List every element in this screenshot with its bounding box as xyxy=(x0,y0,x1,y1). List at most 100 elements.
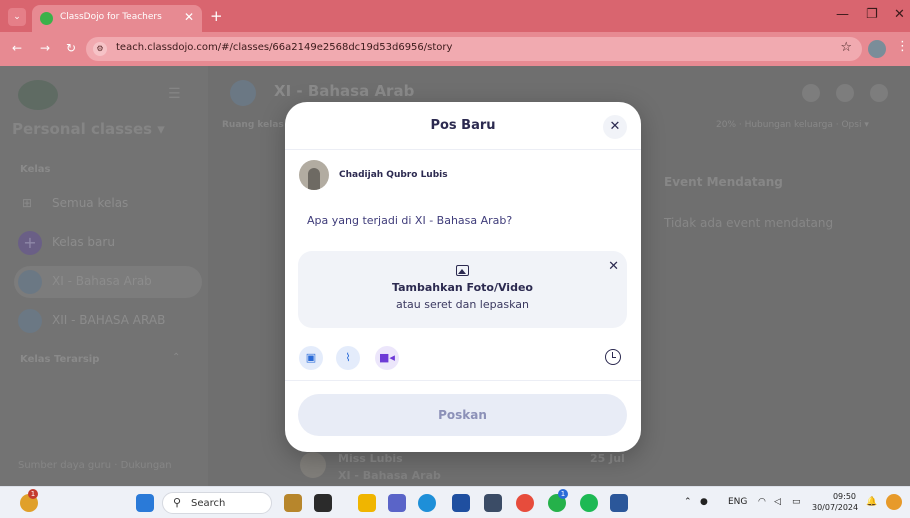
divider xyxy=(285,380,641,381)
tray-app-icon[interactable]: ● xyxy=(700,497,708,507)
task-view-icon[interactable] xyxy=(314,494,332,512)
pinned-app-icon[interactable] xyxy=(284,494,302,512)
word-icon[interactable] xyxy=(610,494,628,512)
support-link[interactable]: Dukungan xyxy=(121,460,172,471)
url-text: teach.classdojo.com/#/classes/66a2149e25… xyxy=(116,42,453,53)
events-empty-text: Tidak ada event mendatang xyxy=(664,216,834,230)
browser-menu-icon[interactable]: ⋮ xyxy=(896,39,909,54)
url-field[interactable]: ⚙ teach.classdojo.com/#/classes/66a2149e… xyxy=(86,37,862,61)
dropzone-title: Tambahkan Foto/Video xyxy=(392,281,533,294)
reload-button[interactable]: ↻ xyxy=(66,41,76,55)
address-bar-row: ← → ↻ ⚙ teach.classdojo.com/#/classes/66… xyxy=(0,32,910,66)
tab-classroom[interactable]: Ruang kelas xyxy=(222,120,284,130)
post-author: Miss Lubis xyxy=(338,452,403,465)
image-icon: ▣ xyxy=(305,351,317,364)
class-avatar-icon xyxy=(18,309,42,333)
notification-bell-icon[interactable]: 🔔 xyxy=(866,497,877,507)
close-icon[interactable]: ✕ xyxy=(608,259,619,274)
sidebar-item-new-class[interactable]: + Kelas baru xyxy=(14,227,202,259)
minimize-button[interactable]: — xyxy=(836,7,849,22)
taskbar-search-input[interactable]: ⚲ Search xyxy=(162,492,272,514)
grid-icon: ⊞ xyxy=(22,196,33,210)
post-class: XI - Bahasa Arab xyxy=(338,469,441,482)
sidebar-item-label: XII - BAHASA ARAB xyxy=(52,313,166,327)
edge-icon[interactable] xyxy=(418,494,436,512)
close-window-button[interactable]: ✕ xyxy=(894,7,905,22)
post-date: 25 Jul xyxy=(590,452,625,465)
language-indicator[interactable]: ENG xyxy=(728,497,747,507)
sidebar: ☰ Personal classes ▾ Kelas ⊞ Semua kelas… xyxy=(0,66,208,486)
windows-taskbar: 1 ⚲ Search 1 ⌃ ● ENG ◠ ◁ ▭ 09:50 30/07/2… xyxy=(0,486,910,518)
sidebar-item-xi-bahasa-arab[interactable]: XI - Bahasa Arab xyxy=(14,266,202,298)
clock-date[interactable]: 30/07/2024 xyxy=(812,503,858,512)
search-placeholder: Search xyxy=(191,498,226,509)
attach-file-button[interactable]: ⌇ xyxy=(336,346,360,370)
new-post-modal: Pos Baru ✕ Chadijah Qubro Lubis Apa yang… xyxy=(285,102,641,452)
sidebar-item-label: XI - Bahasa Arab xyxy=(52,274,152,288)
windows-start-icon[interactable] xyxy=(136,494,154,512)
file-explorer-icon[interactable] xyxy=(358,494,376,512)
forward-button[interactable]: → xyxy=(40,41,50,55)
profile-avatar-icon[interactable] xyxy=(868,40,886,58)
restore-button[interactable]: ❐ xyxy=(866,7,878,22)
personal-classes-dropdown[interactable]: Personal classes ▾ xyxy=(12,120,165,138)
browser-tab-bar: ⌄ ClassDojo for Teachers ✕ + — ❐ ✕ xyxy=(0,0,910,32)
schedule-clock-icon[interactable] xyxy=(605,349,621,365)
back-button[interactable]: ← xyxy=(12,41,22,55)
help-icon[interactable] xyxy=(836,84,854,102)
video-camera-icon: ■◂ xyxy=(379,351,395,364)
tab-title: ClassDojo for Teachers xyxy=(60,12,162,22)
class-avatar-icon xyxy=(18,270,42,294)
events-title: Event Mendatang xyxy=(664,175,783,189)
clock-time[interactable]: 09:50 xyxy=(826,492,856,501)
whatsapp-badge: 1 xyxy=(558,489,568,499)
tab-search-button[interactable]: ⌄ xyxy=(8,8,26,26)
copilot-icon[interactable] xyxy=(886,494,902,510)
chevron-up-icon[interactable]: ⌃ xyxy=(172,352,180,363)
wifi-icon[interactable]: ◠ xyxy=(758,497,766,507)
bell-icon[interactable] xyxy=(802,84,820,102)
camera-icon[interactable] xyxy=(484,494,502,512)
sidebar-item-xii-bahasa-arab[interactable]: XII - BAHASA ARAB xyxy=(14,305,202,337)
image-icon xyxy=(456,265,469,276)
teams-icon[interactable] xyxy=(388,494,406,512)
dropzone-subtitle: atau seret dan lepaskan xyxy=(396,298,529,311)
class-avatar-icon xyxy=(230,80,256,106)
paperclip-icon: ⌇ xyxy=(345,351,351,364)
spotify-icon[interactable] xyxy=(580,494,598,512)
close-icon[interactable]: ✕ xyxy=(603,115,627,139)
family-connections-link[interactable]: 20% · Hubungan keluarga · Opsi ▾ xyxy=(716,120,869,130)
avatar xyxy=(300,452,326,478)
sidebar-footer: Sumber daya guru · Dukungan xyxy=(18,460,172,471)
post-text-input[interactable]: Apa yang terjadi di XI - Bahasa Arab? xyxy=(307,214,512,227)
section-label-classes: Kelas xyxy=(20,164,51,175)
media-dropzone[interactable]: Tambahkan Foto/Video atau seret dan lepa… xyxy=(298,251,627,328)
battery-icon[interactable]: ▭ xyxy=(792,497,801,507)
story-post-preview[interactable]: Miss Lubis XI - Bahasa Arab 25 Jul xyxy=(296,446,636,486)
store-icon[interactable] xyxy=(452,494,470,512)
tab-close-icon[interactable]: ✕ xyxy=(184,10,194,24)
chrome-icon[interactable] xyxy=(516,494,534,512)
chrome-badge: 1 xyxy=(28,489,38,499)
avatar xyxy=(299,160,329,190)
events-card: Event Mendatang Tidak ada event mendatan… xyxy=(650,152,890,252)
sidebar-item-all-classes[interactable]: ⊞ Semua kelas xyxy=(14,188,202,220)
add-photo-button[interactable]: ▣ xyxy=(299,346,323,370)
modal-header: Pos Baru ✕ xyxy=(285,102,641,150)
chevron-up-icon[interactable]: ⌃ xyxy=(684,497,692,507)
add-video-button[interactable]: ■◂ xyxy=(375,346,399,370)
volume-icon[interactable]: ◁ xyxy=(774,497,781,507)
hamburger-icon[interactable]: ☰ xyxy=(168,86,181,102)
new-tab-button[interactable]: + xyxy=(210,7,223,25)
classdojo-favicon-icon xyxy=(40,12,53,25)
post-button[interactable]: Poskan xyxy=(298,394,627,436)
search-icon: ⚲ xyxy=(173,496,182,509)
account-avatar-icon[interactable] xyxy=(870,84,888,102)
sidebar-item-label: Semua kelas xyxy=(52,196,129,210)
teacher-resources-link[interactable]: Sumber daya guru xyxy=(18,460,111,471)
sidebar-item-label: Kelas baru xyxy=(52,235,115,249)
browser-tab[interactable]: ClassDojo for Teachers ✕ xyxy=(32,5,202,32)
site-info-icon[interactable]: ⚙ xyxy=(93,42,107,56)
author-name: Chadijah Qubro Lubis xyxy=(339,170,448,180)
bookmark-star-icon[interactable]: ☆ xyxy=(840,40,852,55)
